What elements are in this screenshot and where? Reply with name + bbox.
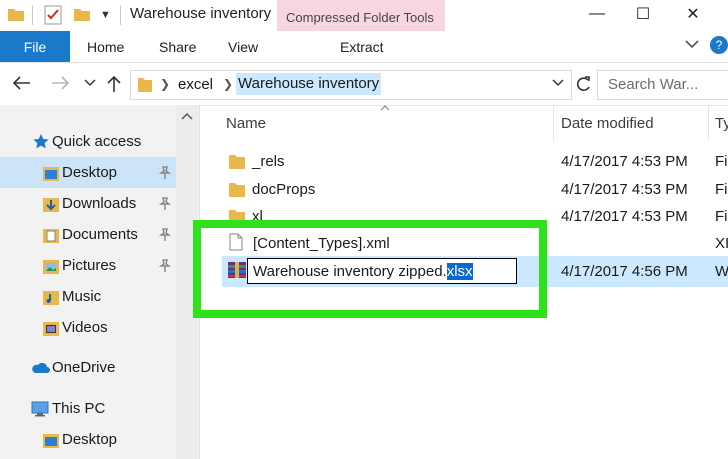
forward-arrow-icon[interactable] — [50, 75, 70, 91]
file-type: Fi — [715, 181, 728, 198]
nav-item-label: Documents — [62, 226, 138, 243]
documents-folder-icon — [43, 227, 59, 243]
address-dropdown-icon[interactable] — [552, 78, 564, 88]
file-type: XI — [715, 235, 728, 252]
column-header-date-modified[interactable]: Date modified — [561, 115, 654, 132]
tab-view[interactable]: View — [228, 39, 258, 55]
column-divider[interactable] — [553, 105, 554, 141]
back-arrow-icon[interactable] — [12, 75, 32, 91]
column-header-name[interactable]: Name — [226, 115, 266, 132]
search-placeholder: Search War... — [608, 76, 699, 93]
refresh-icon[interactable] — [574, 74, 592, 94]
nav-item-quick-access[interactable]: Quick access — [0, 126, 176, 157]
folder-icon — [8, 7, 24, 21]
help-icon[interactable]: ? — [710, 36, 728, 54]
tab-extract[interactable]: Extract — [340, 39, 384, 55]
nav-item-label: Downloads — [62, 195, 137, 212]
nav-item-onedrive[interactable]: OneDrive — [0, 352, 176, 383]
file-tab[interactable]: File — [0, 31, 70, 62]
file-date: 4/17/2017 4:53 PM — [561, 153, 688, 170]
close-button[interactable]: ✕ — [670, 4, 716, 24]
rename-input[interactable]: Warehouse inventory zipped. xlsx — [247, 258, 517, 284]
file-name: _rels — [252, 153, 285, 170]
nav-item-pictures[interactable]: Pictures — [0, 250, 176, 281]
rename-base-text: Warehouse inventory zipped. — [253, 262, 447, 280]
file-type: Fi — [715, 153, 728, 170]
nav-item-label: Quick access — [52, 133, 142, 150]
nav-item-desktop[interactable]: Desktop — [0, 157, 176, 188]
folder-icon — [138, 76, 152, 92]
tab-share[interactable]: Share — [159, 39, 196, 55]
nav-item-videos[interactable]: Videos — [0, 312, 176, 343]
minimize-button[interactable]: — — [574, 4, 620, 24]
column-divider[interactable] — [708, 105, 709, 141]
nav-item-label: Desktop — [62, 431, 118, 448]
music-folder-icon — [43, 289, 59, 305]
properties-icon[interactable] — [44, 5, 62, 25]
table-row[interactable]: _rels 4/17/2017 4:53 PM Fi — [222, 146, 728, 177]
rename-extension-selection: xlsx — [446, 262, 473, 280]
pictures-folder-icon — [43, 258, 59, 274]
divider — [32, 5, 33, 25]
nav-item-this-pc-desktop[interactable]: Desktop — [0, 424, 176, 455]
recent-locations-chevron-icon[interactable] — [84, 78, 96, 88]
downloads-folder-icon — [43, 196, 59, 212]
pin-icon[interactable] — [158, 196, 172, 211]
nav-item-label: Desktop — [62, 164, 118, 181]
tab-home[interactable]: Home — [87, 39, 124, 55]
breadcrumb-separator-icon: ❯ — [160, 77, 171, 91]
nav-item-label: Videos — [62, 319, 108, 336]
videos-folder-icon — [43, 320, 59, 336]
desktop-folder-icon — [43, 165, 59, 181]
pin-icon[interactable] — [158, 227, 172, 242]
scroll-up-icon[interactable] — [181, 112, 193, 120]
divider — [120, 5, 121, 25]
chevron-down-icon[interactable] — [684, 38, 700, 50]
column-header-type[interactable]: Ty — [715, 115, 728, 132]
file-date: 4/17/2017 4:56 PM — [561, 263, 688, 280]
window-title: Warehouse inventory — [130, 5, 272, 22]
breadcrumb-item[interactable]: excel — [178, 76, 213, 93]
nav-item-label: This PC — [52, 400, 106, 417]
folder-icon — [229, 181, 245, 197]
file-name: docProps — [252, 181, 316, 198]
quick-access-toolbar-dropdown-icon[interactable]: ▼ — [100, 9, 111, 21]
computer-icon — [31, 401, 49, 417]
nav-item-label: OneDrive — [52, 359, 116, 376]
file-date: 4/17/2017 4:53 PM — [561, 208, 688, 225]
nav-item-downloads[interactable]: Downloads — [0, 188, 176, 219]
contextual-tab-title: Compressed Folder Tools — [286, 10, 434, 25]
desktop-folder-icon — [43, 432, 59, 448]
pin-icon[interactable] — [158, 165, 172, 180]
pin-icon[interactable] — [158, 258, 172, 273]
file-type: Fi — [715, 208, 728, 225]
nav-item-this-pc[interactable]: This PC — [0, 393, 176, 424]
nav-item-label: Pictures — [62, 257, 117, 274]
breadcrumb-separator-icon: ❯ — [223, 77, 234, 91]
breadcrumb-current[interactable]: Warehouse inventory — [236, 73, 382, 95]
sort-ascending-icon — [380, 105, 390, 111]
file-type: W — [715, 263, 728, 280]
cloud-icon — [30, 362, 50, 374]
nav-item-documents[interactable]: Documents — [0, 219, 176, 250]
nav-item-music[interactable]: Music — [0, 281, 176, 312]
up-arrow-icon[interactable] — [106, 74, 122, 94]
maximize-button[interactable]: ☐ — [620, 4, 666, 24]
star-icon — [32, 133, 50, 150]
new-folder-icon[interactable] — [74, 7, 90, 21]
folder-icon — [229, 153, 245, 169]
nav-item-label: Music — [62, 288, 102, 305]
file-date: 4/17/2017 4:53 PM — [561, 181, 688, 198]
